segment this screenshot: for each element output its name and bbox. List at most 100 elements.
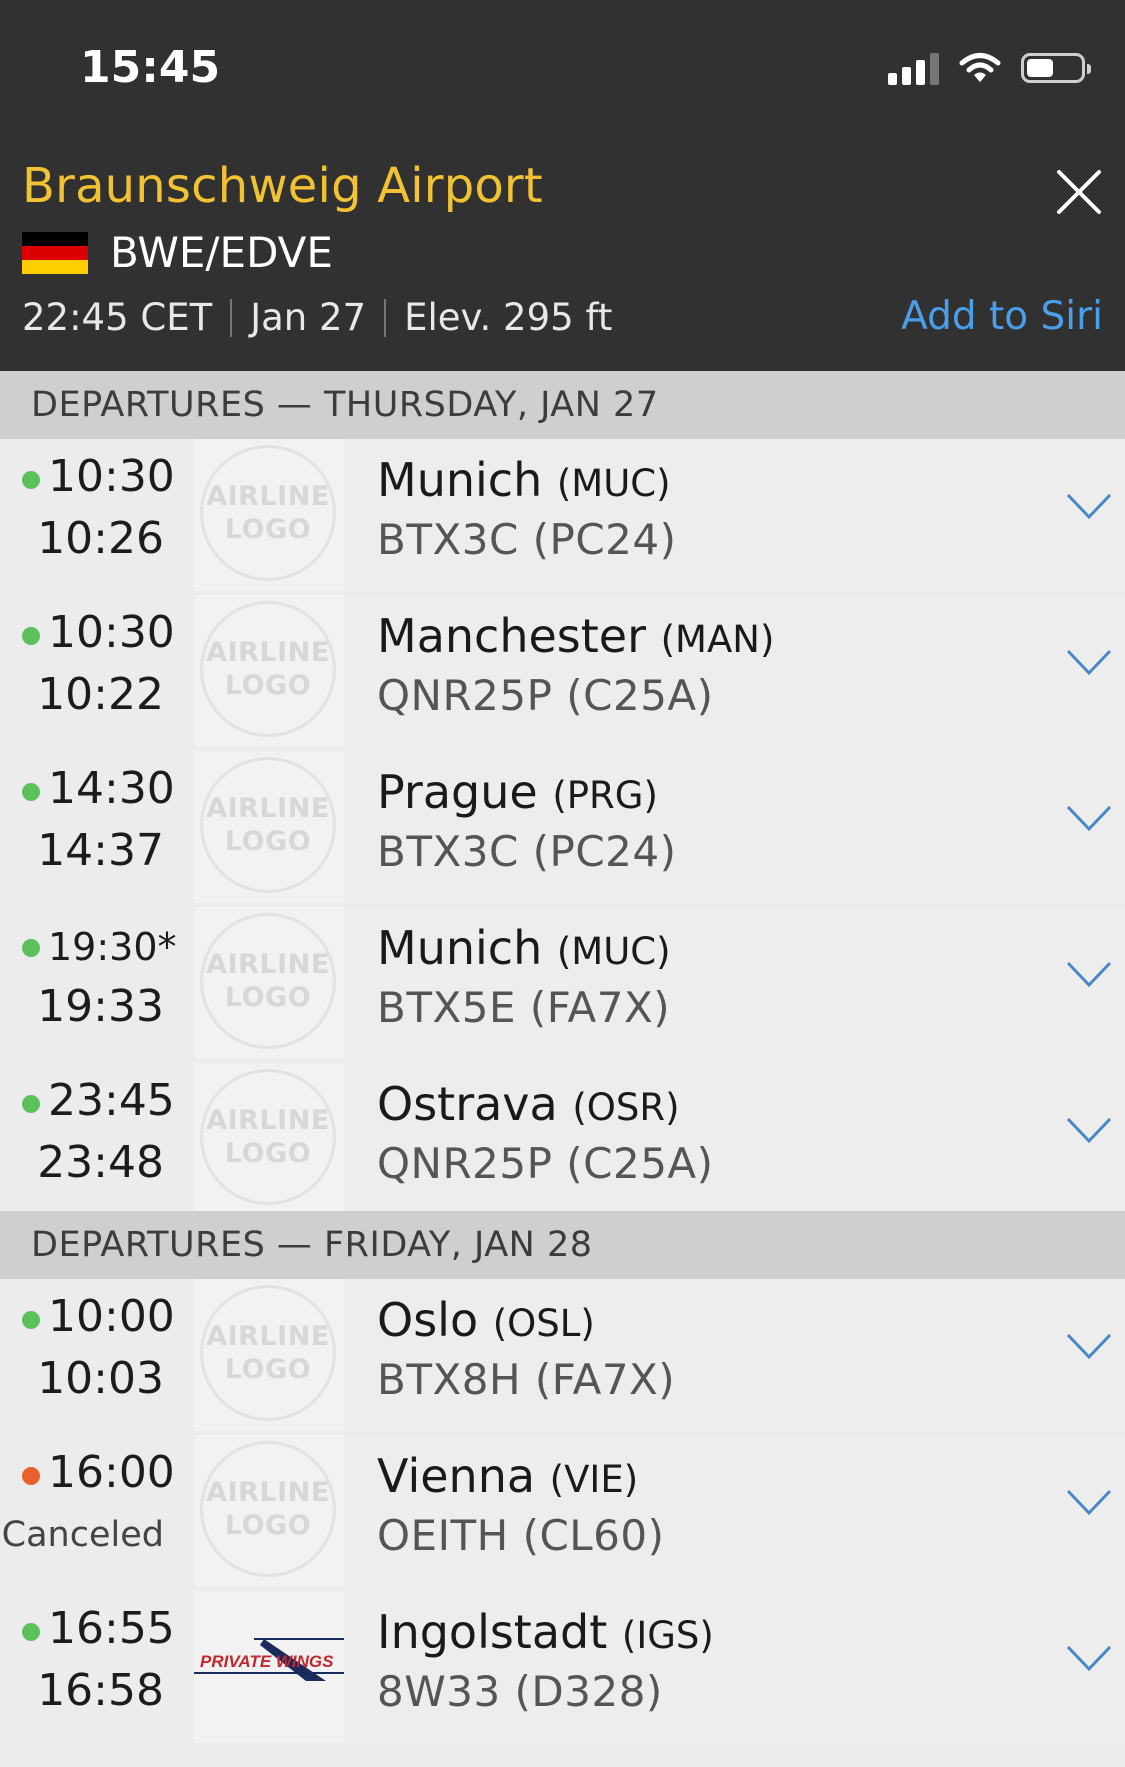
time-cell: 10:30 10:22: [0, 595, 194, 747]
chevron-down-icon[interactable]: [1065, 1331, 1113, 1361]
airline-logo-placeholder: AIRLINE LOGO: [200, 445, 336, 581]
flight-number: QNR25P (C25A): [377, 671, 714, 720]
flight-number: BTX8H (FA7X): [377, 1355, 676, 1404]
status-time: 15:45: [80, 42, 221, 93]
airline-logo-placeholder: AIRLINE LOGO: [200, 913, 336, 1049]
section-header: DEPARTURES — THURSDAY, JAN 27: [0, 371, 1125, 439]
airline-logo-text: PRIVATE WINGS: [200, 1652, 334, 1671]
logo-line1: AIRLINE: [206, 949, 330, 980]
flight-number: OEITH (CL60): [377, 1511, 665, 1560]
scheduled-time: 14:30: [48, 763, 175, 814]
flight-row[interactable]: 10:00 10:03 AIRLINE LOGO Oslo (OSL) BTX8…: [0, 1279, 1125, 1431]
actual-time: 16:58: [37, 1665, 164, 1716]
on-time-status-dot: [22, 783, 40, 801]
close-icon[interactable]: [1055, 168, 1103, 216]
destination-code: (MAN): [660, 618, 775, 661]
add-to-siri-link[interactable]: Add to Siri: [901, 294, 1103, 339]
scheduled-time: 19:30*: [48, 925, 177, 969]
destination-code: (OSL): [492, 1302, 595, 1345]
logo-line2: LOGO: [224, 514, 312, 545]
airline-logo-placeholder: AIRLINE LOGO: [200, 757, 336, 893]
destination-code: (VIE): [549, 1458, 639, 1501]
actual-time: 10:03: [37, 1353, 164, 1404]
chevron-down-icon[interactable]: [1065, 647, 1113, 677]
elevation: Elev. 295 ft: [404, 296, 613, 339]
flight-row[interactable]: 23:45 23:48 AIRLINE LOGO Ostrava (OSR) Q…: [0, 1063, 1125, 1215]
scheduled-time: 23:45: [48, 1075, 175, 1126]
airline-logo-cell: AIRLINE LOGO: [194, 1063, 344, 1215]
time-cell: 23:45 23:48: [0, 1063, 194, 1215]
local-time: 22:45 CET: [22, 296, 213, 339]
airline-logo-cell: AIRLINE LOGO: [194, 907, 344, 1059]
logo-line2: LOGO: [224, 670, 312, 701]
time-cell: 16:55 16:58: [0, 1591, 194, 1743]
divider: [230, 298, 233, 337]
actual-time: 23:48: [37, 1137, 164, 1188]
destination: Ostrava (OSR): [377, 1077, 680, 1131]
destination-city: Manchester: [377, 609, 646, 663]
flight-row[interactable]: 16:55 16:58 PRIVATE WINGS Ingolstadt (IG…: [0, 1591, 1125, 1743]
canceled-status-dot: [22, 1467, 40, 1485]
destination: Ingolstadt (IGS): [377, 1605, 714, 1659]
logo-line2: LOGO: [224, 1510, 312, 1541]
germany-flag-icon: [22, 232, 88, 274]
chevron-down-icon[interactable]: [1065, 1115, 1113, 1145]
destination: Oslo (OSL): [377, 1293, 595, 1347]
airport-codes: BWE/EDVE: [110, 228, 333, 277]
chevron-down-icon[interactable]: [1065, 803, 1113, 833]
chevron-down-icon[interactable]: [1065, 959, 1113, 989]
airline-logo-cell: AIRLINE LOGO: [194, 1279, 344, 1431]
destination-city: Prague: [377, 765, 538, 819]
on-time-status-dot: [22, 1311, 40, 1329]
actual-time: 10:22: [37, 669, 164, 720]
time-cell: 10:30 10:26: [0, 439, 194, 591]
time-cell: 19:30* 19:33: [0, 907, 194, 1059]
scheduled-time: 16:00: [48, 1447, 175, 1498]
logo-line2: LOGO: [224, 982, 312, 1013]
actual-time: 10:26: [37, 513, 164, 564]
destination-city: Munich: [377, 453, 543, 507]
local-date: Jan 27: [250, 296, 367, 339]
scheduled-time: 10:30: [48, 607, 175, 658]
flight-status: Canceled: [1, 1515, 164, 1555]
logo-line1: AIRLINE: [206, 1321, 330, 1352]
destination: Prague (PRG): [377, 765, 658, 819]
airline-logo-placeholder: AIRLINE LOGO: [200, 1069, 336, 1205]
time-cell: 10:00 10:03: [0, 1279, 194, 1431]
destination: Vienna (VIE): [377, 1449, 638, 1503]
actual-time: 14:37: [37, 825, 164, 876]
airline-logo-placeholder: AIRLINE LOGO: [200, 1441, 336, 1577]
airline-logo-cell: AIRLINE LOGO: [194, 595, 344, 747]
airport-name: Braunschweig Airport: [22, 158, 543, 214]
flight-row[interactable]: 14:30 14:37 AIRLINE LOGO Prague (PRG) BT…: [0, 751, 1125, 903]
flight-row[interactable]: 19:30* 19:33 AIRLINE LOGO Munich (MUC) B…: [0, 907, 1125, 1059]
divider: [384, 298, 387, 337]
destination-code: (OSR): [572, 1086, 680, 1129]
on-time-status-dot: [22, 471, 40, 489]
on-time-status-dot: [22, 1095, 40, 1113]
chevron-down-icon[interactable]: [1065, 1643, 1113, 1673]
on-time-status-dot: [22, 939, 40, 957]
scheduled-time: 10:00: [48, 1291, 175, 1342]
scheduled-time: 10:30: [48, 451, 175, 502]
logo-line1: AIRLINE: [206, 1105, 330, 1136]
on-time-status-dot: [22, 1623, 40, 1641]
airline-logo-cell: AIRLINE LOGO: [194, 439, 344, 591]
destination-city: Munich: [377, 921, 543, 975]
cellular-signal-icon: [888, 51, 939, 85]
flight-row[interactable]: 16:00 Canceled AIRLINE LOGO Vienna (VIE)…: [0, 1435, 1125, 1587]
logo-line2: LOGO: [224, 826, 312, 857]
logo-line2: LOGO: [224, 1354, 312, 1385]
destination: Munich (MUC): [377, 453, 671, 507]
chevron-down-icon[interactable]: [1065, 1487, 1113, 1517]
flight-row[interactable]: 10:30 10:22 AIRLINE LOGO Manchester (MAN…: [0, 595, 1125, 747]
destination: Manchester (MAN): [377, 609, 774, 663]
logo-line1: AIRLINE: [206, 1477, 330, 1508]
logo-line1: AIRLINE: [206, 637, 330, 668]
chevron-down-icon[interactable]: [1065, 491, 1113, 521]
actual-time: 19:33: [37, 981, 164, 1032]
wifi-icon: [959, 53, 1001, 82]
flight-number: 8W33 (D328): [377, 1667, 663, 1716]
destination-city: Vienna: [377, 1449, 536, 1503]
flight-row[interactable]: 10:30 10:26 AIRLINE LOGO Munich (MUC) BT…: [0, 439, 1125, 591]
